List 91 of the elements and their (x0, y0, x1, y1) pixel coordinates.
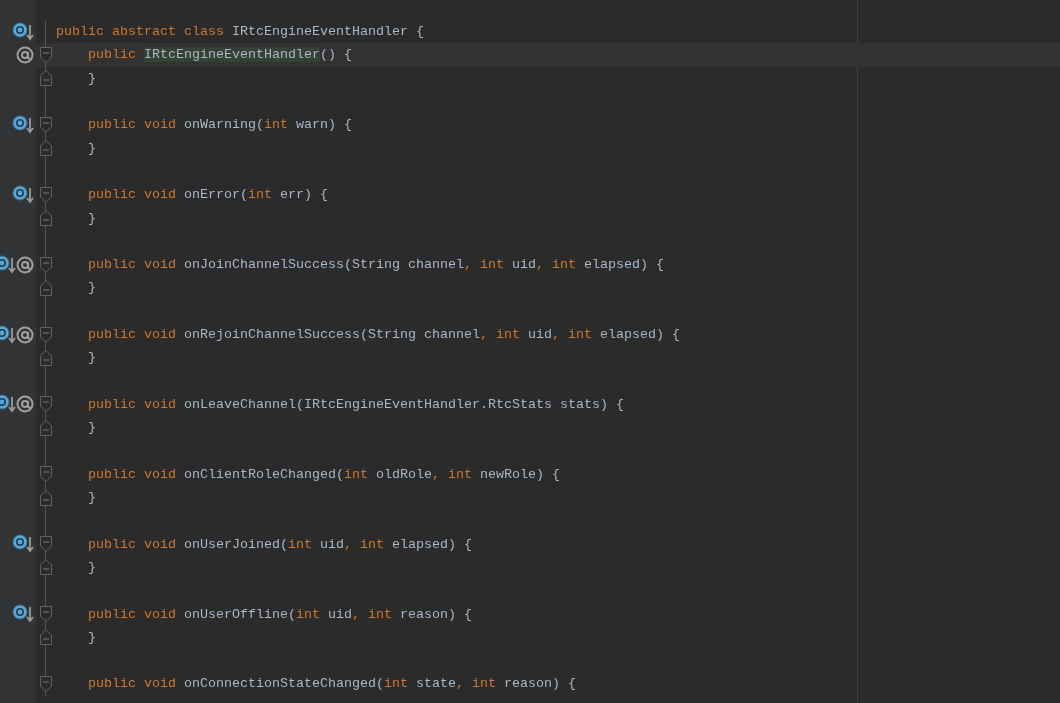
fold-icon[interactable] (40, 675, 52, 692)
code-token: public void (88, 187, 176, 203)
code-token: onConnectionStateChanged( (182, 676, 384, 692)
code-token: public abstract class (56, 24, 224, 40)
unfold-icon[interactable] (40, 279, 52, 296)
overridden-method-icon[interactable] (0, 254, 16, 275)
unfold-icon[interactable] (40, 419, 52, 436)
code-token: } (88, 210, 96, 226)
code-token: onWarning( (182, 117, 264, 133)
fold-icon[interactable] (40, 326, 52, 343)
code-token: warn) { (294, 117, 352, 133)
unfold-icon[interactable] (40, 210, 52, 226)
code-token: int (343, 466, 368, 482)
code-token: newRole) { (478, 466, 560, 482)
overridden-method-icon[interactable] (0, 394, 16, 415)
overridden-method-icon[interactable] (12, 21, 34, 42)
code-token: , int (431, 466, 472, 482)
code-token: , int (535, 257, 576, 273)
code-token: } (88, 140, 96, 156)
overridden-method-icon[interactable] (0, 324, 16, 345)
code-token: onUserJoined( (182, 536, 288, 552)
code-token: public void (88, 396, 176, 412)
code-token: } (88, 490, 96, 506)
code-token: } (88, 280, 96, 296)
code-token: int (383, 676, 408, 692)
code-token: uid (510, 257, 536, 273)
at-sign-icon[interactable] (16, 325, 34, 344)
code-token: , int (343, 536, 384, 552)
code-token: , int (455, 676, 496, 692)
unfold-icon[interactable] (40, 559, 52, 576)
code-token: public void (88, 117, 176, 133)
code-token: onJoinChannelSuccess(String channel (182, 257, 464, 273)
code-token: public void (88, 257, 176, 273)
code-token: public (88, 47, 137, 63)
overridden-method-icon[interactable] (12, 604, 34, 625)
fold-icon[interactable] (40, 466, 52, 483)
fold-icon[interactable] (40, 396, 52, 413)
code-token: public void (88, 327, 176, 342)
code-token: oldRole (374, 466, 432, 482)
code-token: , int (351, 606, 392, 622)
code-token: onClientRoleChanged( (182, 466, 344, 482)
code-token: } (88, 70, 96, 86)
code-token: uid (326, 606, 352, 622)
code-token: public void (88, 466, 176, 482)
code-token: onLeaveChannel(IRtcEngineEventHandler.RtcStats stats) { (182, 396, 624, 412)
fold-icon[interactable] (40, 186, 52, 203)
overridden-method-icon[interactable] (12, 114, 34, 135)
code-token: onUserOffline( (182, 606, 296, 622)
code-token: elapsed) { (582, 257, 664, 273)
code-token: state (414, 676, 456, 692)
code-token: public void (88, 606, 176, 622)
code-token: reason) { (502, 676, 576, 692)
code-token: public void (88, 676, 176, 692)
code-token: int (287, 536, 312, 552)
at-sign-icon[interactable] (16, 45, 34, 64)
overridden-method-icon[interactable] (12, 534, 34, 555)
code-token: IRtcEngineEventHandler (144, 47, 320, 63)
at-sign-icon[interactable] (16, 255, 34, 274)
code-token: uid (526, 327, 552, 342)
code-token: int (247, 187, 272, 203)
code-token: , int (479, 327, 520, 342)
at-sign-icon[interactable] (16, 395, 34, 414)
unfold-icon[interactable] (40, 489, 52, 506)
code-token: } (88, 350, 96, 366)
code-token: , int (551, 327, 592, 342)
code-token: reason) { (398, 606, 472, 622)
fold-icon[interactable] (40, 46, 52, 63)
unfold-icon[interactable] (40, 70, 52, 87)
fold-icon[interactable] (40, 256, 52, 273)
code-token: () { (319, 47, 352, 63)
code-token: int (263, 117, 288, 133)
code-token: uid (318, 536, 344, 552)
code-token: elapsed) { (390, 536, 472, 552)
fold-icon[interactable] (40, 536, 52, 553)
fold-icon[interactable] (40, 116, 52, 133)
unfold-icon[interactable] (40, 140, 52, 157)
code-token: elapsed) { (598, 327, 680, 342)
code-token: } (88, 629, 96, 645)
unfold-icon[interactable] (40, 349, 52, 366)
unfold-icon[interactable] (40, 629, 52, 646)
fold-icon[interactable] (40, 606, 52, 623)
code-token: public void (88, 536, 176, 552)
code-token: err) { (278, 187, 328, 203)
code-token: IRtcEngineEventHandler { (230, 24, 424, 40)
code-token: int (295, 606, 320, 622)
code-token: } (88, 420, 96, 436)
code-token: } (88, 559, 96, 575)
code-token: onError( (182, 187, 248, 203)
overridden-method-icon[interactable] (12, 184, 34, 205)
code-token: , int (463, 257, 504, 273)
code-token: onRejoinChannelSuccess(String channel (182, 327, 480, 342)
